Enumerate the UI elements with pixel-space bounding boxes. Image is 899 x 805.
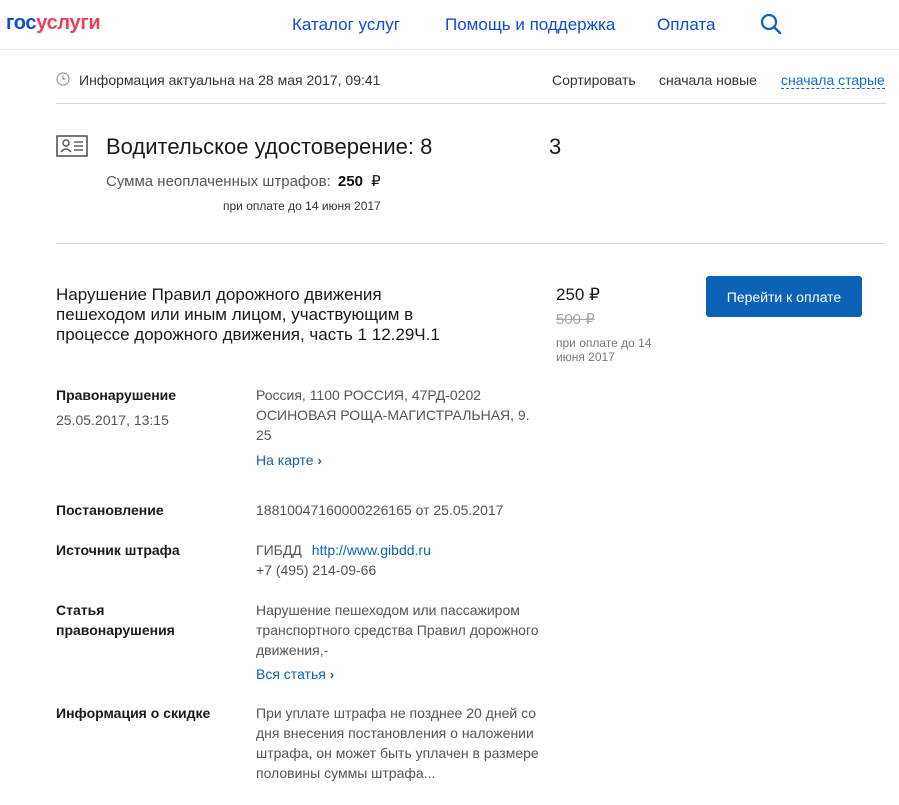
search-icon[interactable] (760, 13, 782, 35)
top-header: госуслуги Каталог услуг Помощь и поддерж… (0, 0, 899, 50)
section-divider (56, 243, 886, 244)
nav-catalog-link[interactable]: Каталог услуг (292, 15, 400, 35)
article-label-line2: правонарушения (56, 622, 175, 638)
decision-label: Постановление (56, 502, 164, 518)
map-link[interactable]: На карте › (256, 450, 322, 471)
decision-value: 18810047160000226165 от 25.05.2017 (256, 502, 504, 518)
unpaid-fines-sum: Сумма неоплаченных штрафов: 250 ₽ (106, 172, 381, 190)
offense-place: Россия, 1100 РОССИЯ, 47РД-0202 ОСИНОВАЯ … (256, 387, 530, 443)
fine-pay-until: при оплате до 14 июня 2017 (556, 336, 652, 364)
offense-label: Правонарушение (56, 387, 177, 403)
currency-sign: ₽ (371, 173, 381, 190)
driver-license-icon (56, 135, 88, 157)
chevron-right-icon: › (317, 453, 322, 468)
discount-value: При уплате штрафа не позднее 20 дней со … (256, 705, 539, 781)
discount-label: Информация о скидке (56, 705, 211, 721)
source-site-link[interactable]: http://www.gibdd.ru (312, 542, 431, 558)
full-article-link-label: Вся статья (256, 666, 326, 682)
source-value: ГИБДД http://www.gibdd.ru (256, 540, 546, 560)
nav-payment-link[interactable]: Оплата (657, 15, 715, 35)
clock-icon (56, 72, 70, 86)
chevron-right-icon: › (329, 667, 335, 682)
fine-old-amount: 500 ₽ (556, 311, 595, 328)
unpaid-amount: 250 (337, 173, 363, 190)
info-bar: Информация актуальна на 28 мая 2017, 09:… (56, 60, 886, 104)
unpaid-label: Сумма неоплаченных штрафов: (106, 173, 331, 190)
license-title: Водительское удостоверение: 8 (106, 134, 433, 159)
article-label-line1: Статья (56, 602, 105, 618)
sort-newest-option[interactable]: сначала новые (659, 72, 757, 88)
article-value: Нарушение пешеходом или пассажиром транс… (256, 602, 539, 658)
license-pay-until: при оплате до 14 июня 2017 (223, 199, 381, 213)
sort-oldest-option[interactable]: сначала старые (781, 72, 885, 89)
logo-part-uslugi: услуги (36, 12, 101, 34)
source-label: Источник штрафа (56, 542, 180, 558)
source-name: ГИБДД (256, 542, 302, 558)
full-article-link[interactable]: Вся статья › (256, 664, 334, 685)
gosuslugi-logo[interactable]: госуслуги (6, 12, 101, 35)
offense-datetime: 25.05.2017, 13:15 (56, 412, 169, 428)
fine-title: Нарушение Правил дорожного движения пеше… (56, 285, 440, 344)
nav-help-link[interactable]: Помощь и поддержка (445, 15, 615, 35)
map-link-label: На карте (256, 452, 314, 468)
license-number-tail: 3 (549, 134, 562, 159)
fine-amount: 250 ₽ (556, 285, 600, 304)
source-phone: +7 (495) 214-09-66 (256, 562, 377, 578)
info-actual-text: Информация актуальна на 28 мая 2017, 09:… (79, 72, 381, 88)
logo-part-gos: гос (6, 12, 37, 34)
go-to-payment-button[interactable]: Перейти к оплате (706, 276, 862, 317)
sort-label: Сортировать (552, 72, 636, 88)
